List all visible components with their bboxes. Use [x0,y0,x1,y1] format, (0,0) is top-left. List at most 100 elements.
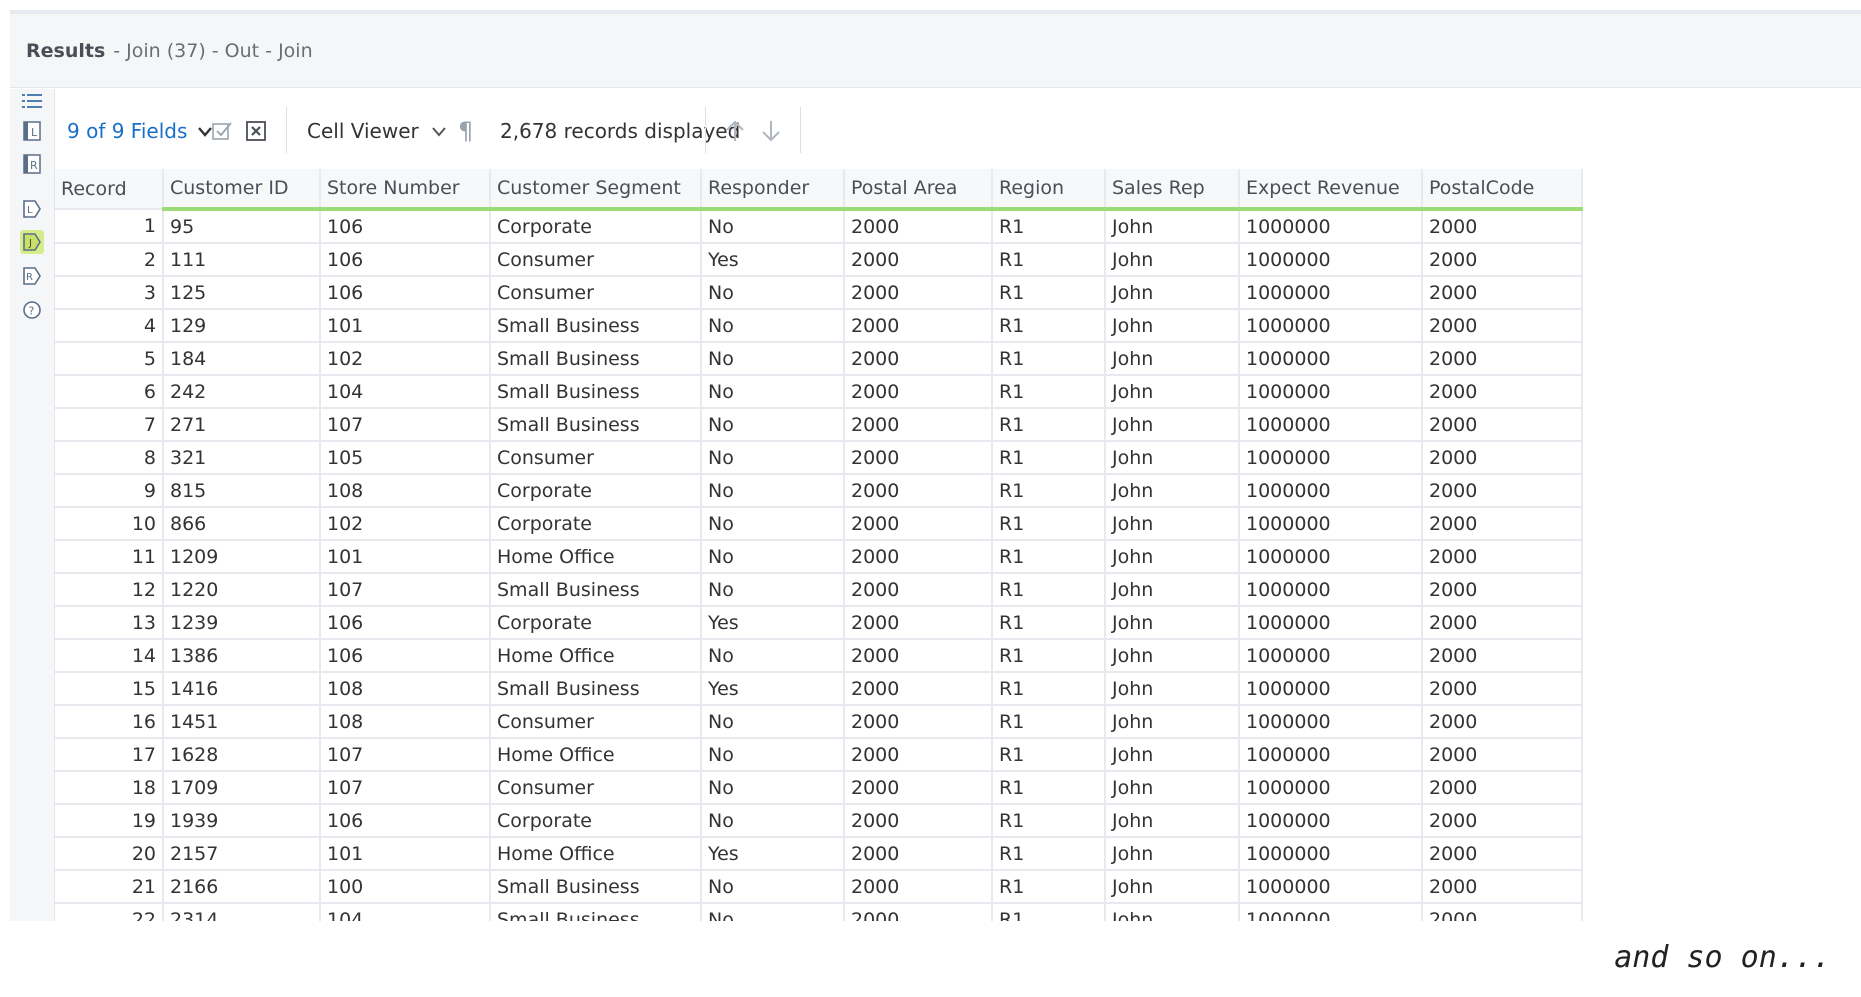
table-cell[interactable]: No [701,804,845,838]
table-cell[interactable]: 106 [320,243,491,277]
table-row[interactable]: 4 129 101 Small Business No 2000 R1 John 1000000… [55,309,1583,343]
column-header[interactable]: Customer ID [163,169,321,211]
table-cell[interactable]: No [701,408,845,442]
table-cell[interactable]: 1000000 [1239,342,1423,376]
table-cell[interactable]: 1000000 [1239,441,1423,475]
table-cell[interactable]: R1 [992,408,1106,442]
table-cell[interactable]: 107 [320,771,491,805]
table-cell[interactable]: 2000 [844,870,993,904]
table-cell[interactable]: R1 [992,870,1106,904]
table-cell[interactable]: 2000 [1422,738,1583,772]
table-cell[interactable]: 2000 [844,738,993,772]
column-header[interactable]: Store Number [320,169,491,211]
table-cell[interactable]: Consumer [490,243,702,277]
record-number[interactable]: 21 [55,870,164,904]
table-cell[interactable]: No [701,209,845,244]
table-cell[interactable]: R1 [992,375,1106,409]
table-cell[interactable]: 111 [163,243,321,277]
table-cell[interactable]: John [1105,639,1240,673]
table-cell[interactable]: 101 [320,309,491,343]
table-cell[interactable]: John [1105,573,1240,607]
table-row[interactable]: 21 2166 100 Small Business No 2000 R1 John 10000… [55,870,1583,904]
table-cell[interactable]: 108 [320,672,491,706]
table-cell[interactable]: Yes [701,672,845,706]
table-cell[interactable]: 2000 [844,507,993,541]
fields-dropdown[interactable]: 9 of 9 Fields [67,113,213,149]
table-cell[interactable]: 2000 [1422,474,1583,508]
table-cell[interactable]: No [701,309,845,343]
table-cell[interactable]: 2000 [844,474,993,508]
select-all-icon[interactable] [211,113,233,149]
table-cell[interactable]: 2000 [1422,672,1583,706]
right-output-icon[interactable]: R [20,264,44,288]
table-row[interactable]: 22 2314 104 Small Business No 2000 R1 John 10000… [55,903,1583,921]
record-number[interactable]: 18 [55,771,164,805]
table-cell[interactable]: 2000 [844,209,993,244]
table-cell[interactable]: Small Business [490,672,702,706]
table-row[interactable]: 9 815 108 Corporate No 2000 R1 John 1000000 2000 [55,474,1583,508]
table-cell[interactable]: Corporate [490,474,702,508]
table-cell[interactable]: 2000 [1422,804,1583,838]
table-cell[interactable]: R1 [992,342,1106,376]
table-row[interactable]: 19 1939 106 Corporate No 2000 R1 John 1000000 200… [55,804,1583,838]
record-number[interactable]: 3 [55,276,164,310]
table-cell[interactable]: John [1105,771,1240,805]
table-cell[interactable]: 1209 [163,540,321,574]
table-cell[interactable]: 2000 [1422,606,1583,640]
table-cell[interactable]: R1 [992,606,1106,640]
table-cell[interactable]: 107 [320,408,491,442]
table-cell[interactable]: 102 [320,342,491,376]
table-cell[interactable]: 2000 [844,804,993,838]
table-cell[interactable]: Home Office [490,639,702,673]
table-cell[interactable]: Small Business [490,573,702,607]
table-cell[interactable]: 1000000 [1239,573,1423,607]
table-cell[interactable]: R1 [992,903,1106,921]
table-cell[interactable]: 815 [163,474,321,508]
table-cell[interactable]: 101 [320,837,491,871]
table-cell[interactable]: No [701,441,845,475]
table-row[interactable]: 15 1416 108 Small Business Yes 2000 R1 John 1000… [55,672,1583,706]
table-cell[interactable]: 104 [320,903,491,921]
table-cell[interactable]: No [701,573,845,607]
table-cell[interactable]: No [701,474,845,508]
record-number[interactable]: 7 [55,408,164,442]
table-cell[interactable]: 106 [320,804,491,838]
record-number[interactable]: 12 [55,573,164,607]
table-cell[interactable]: 102 [320,507,491,541]
table-cell[interactable]: 1416 [163,672,321,706]
table-cell[interactable]: 2000 [1422,209,1583,244]
table-cell[interactable]: 106 [320,606,491,640]
table-cell[interactable]: R1 [992,771,1106,805]
table-cell[interactable]: Small Business [490,342,702,376]
table-row[interactable]: 13 1239 106 Corporate Yes 2000 R1 John 1000000 20… [55,606,1583,640]
table-cell[interactable]: John [1105,342,1240,376]
table-cell[interactable]: R1 [992,243,1106,277]
table-cell[interactable]: R1 [992,507,1106,541]
record-number[interactable]: 4 [55,309,164,343]
table-cell[interactable]: No [701,507,845,541]
table-cell[interactable]: Corporate [490,209,702,244]
column-header[interactable]: Responder [701,169,845,211]
record-number[interactable]: 15 [55,672,164,706]
table-cell[interactable]: John [1105,804,1240,838]
table-cell[interactable]: John [1105,243,1240,277]
table-cell[interactable]: John [1105,540,1240,574]
table-cell[interactable]: Small Business [490,309,702,343]
table-row[interactable]: 10 866 102 Corporate No 2000 R1 John 1000000 2000 [55,507,1583,541]
table-cell[interactable]: R1 [992,441,1106,475]
table-cell[interactable]: 242 [163,375,321,409]
table-cell[interactable]: Small Business [490,375,702,409]
table-cell[interactable]: 2000 [1422,243,1583,277]
table-cell[interactable]: John [1105,375,1240,409]
table-cell[interactable]: 321 [163,441,321,475]
table-cell[interactable]: R1 [992,474,1106,508]
table-cell[interactable]: Small Business [490,870,702,904]
table-row[interactable]: 14 1386 106 Home Office No 2000 R1 John 1000000 2… [55,639,1583,673]
table-cell[interactable]: 866 [163,507,321,541]
table-cell[interactable]: John [1105,209,1240,244]
table-cell[interactable]: 2000 [1422,375,1583,409]
table-cell[interactable]: R1 [992,276,1106,310]
column-header[interactable]: Postal Area [844,169,993,211]
table-cell[interactable]: John [1105,507,1240,541]
list-view-icon[interactable] [20,89,44,113]
